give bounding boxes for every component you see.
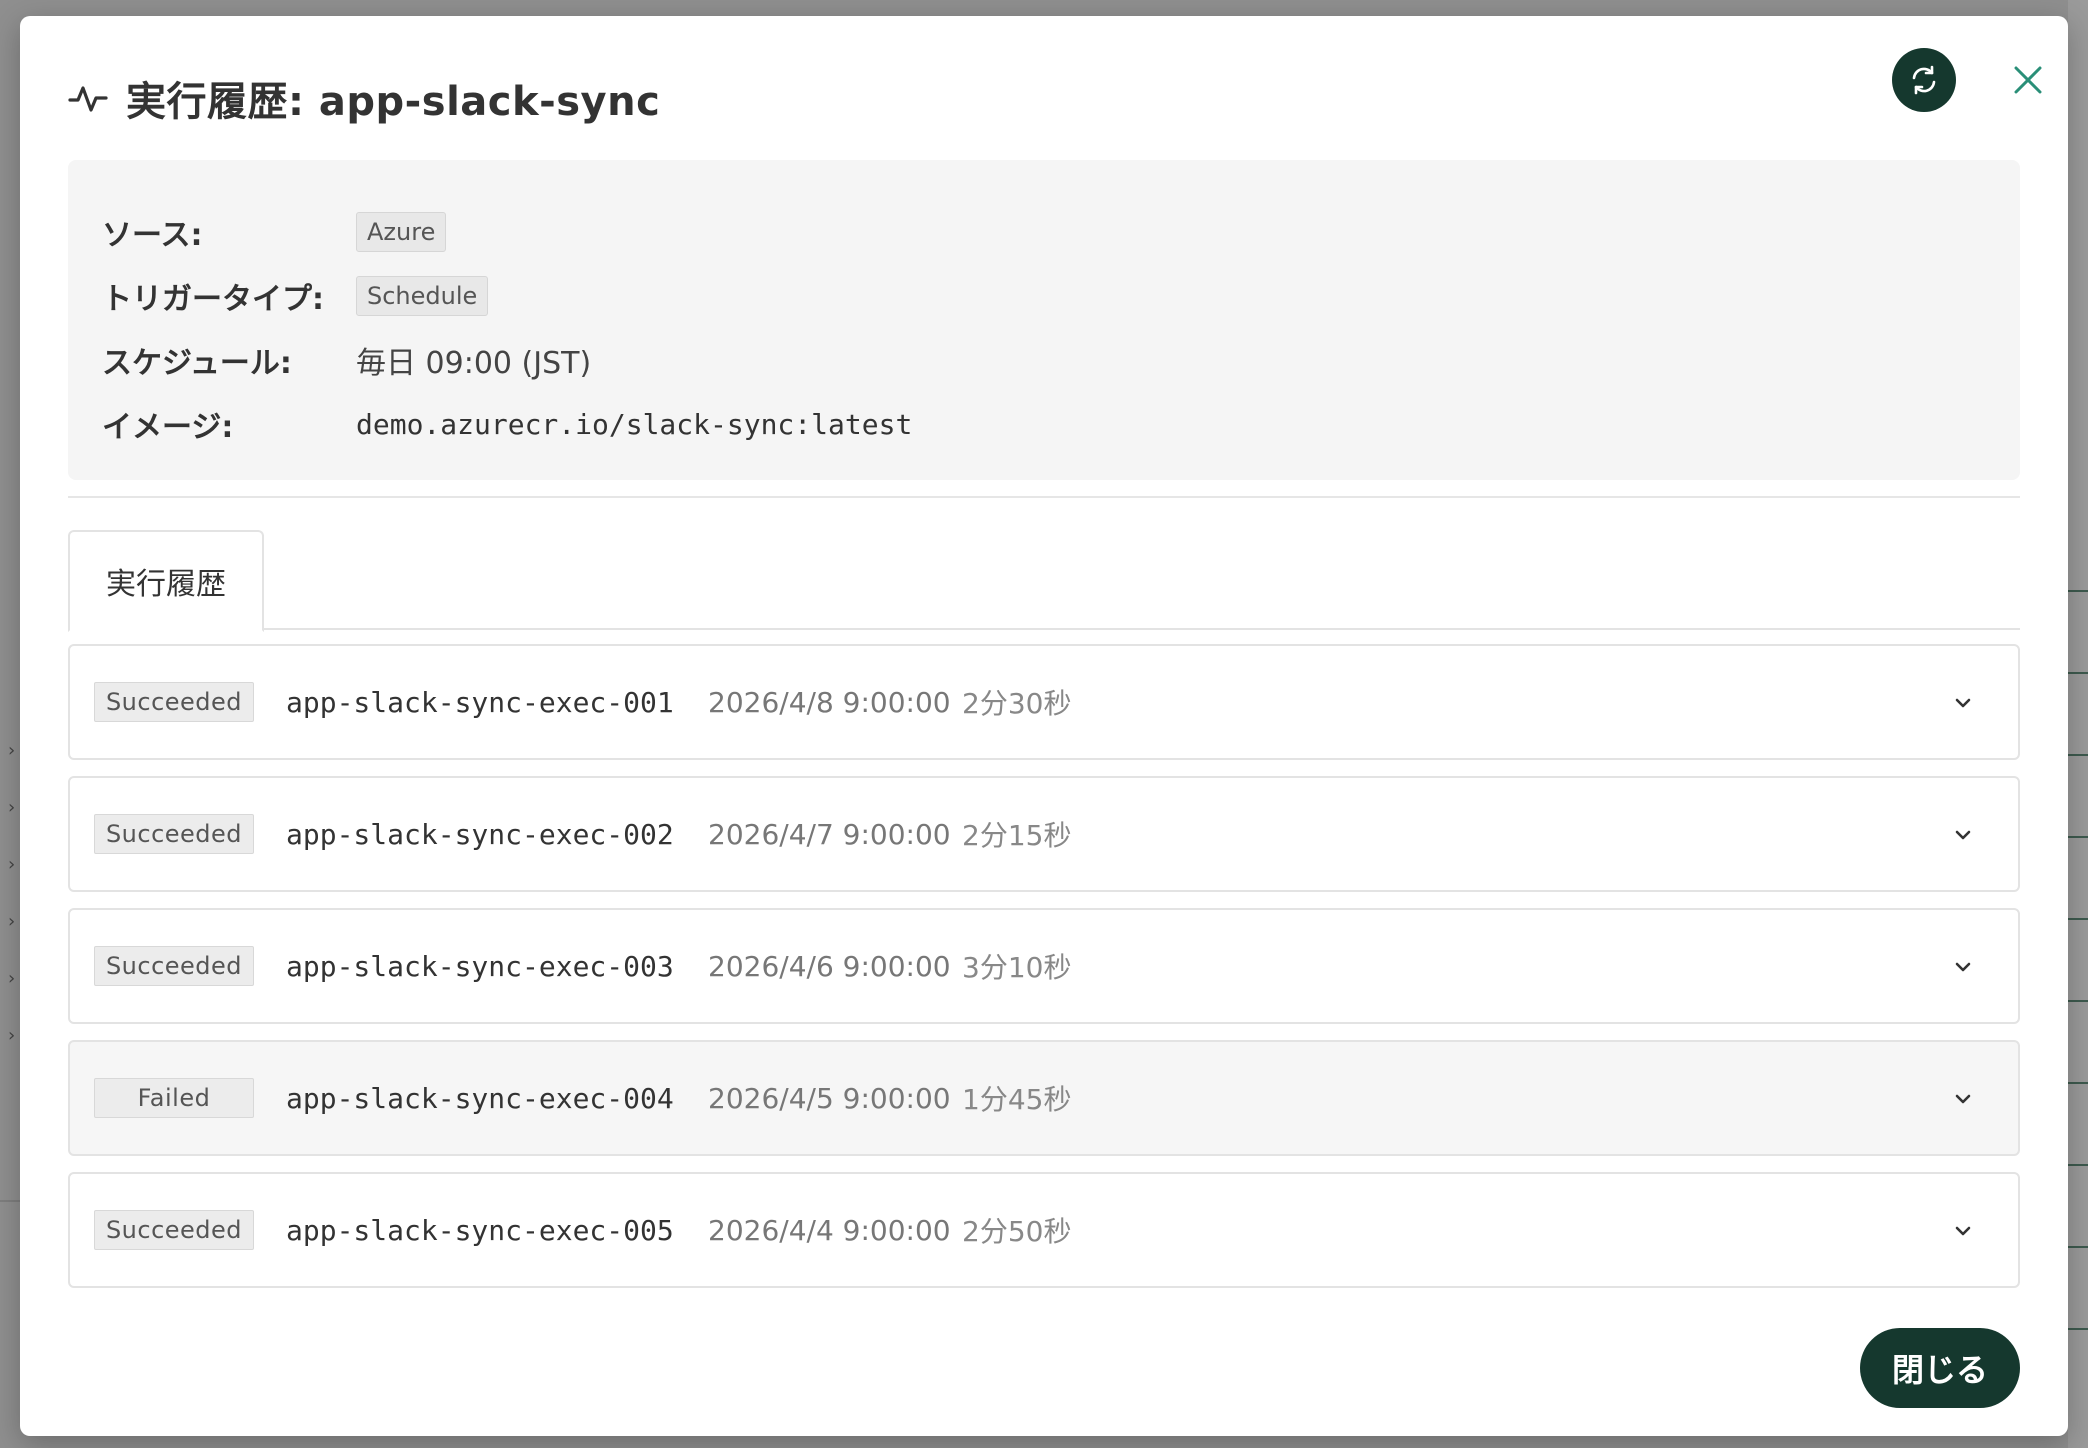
execution-duration: 2分50秒 — [962, 1215, 1072, 1248]
schedule-label: スケジュール: — [102, 346, 292, 381]
execution-duration: 2分30秒 — [962, 687, 1072, 720]
refresh-icon — [1912, 65, 1936, 95]
info-row-image: イメージ: demo.azurecr.io/slack-sync:latest — [102, 400, 912, 448]
execution-history-dialog: 実行履歴: app-slack-sync ソース: Azure トリガータイプ:… — [20, 16, 2068, 1436]
chevron-down-icon[interactable] — [1948, 688, 1978, 718]
execution-start-time: 2026/4/7 9:00:00 — [708, 817, 951, 851]
divider — [68, 496, 2020, 498]
chevron-down-icon[interactable] — [1948, 1084, 1978, 1114]
status-badge: Succeeded — [94, 814, 254, 854]
execution-duration: 3分10秒 — [962, 951, 1072, 984]
activity-icon — [68, 86, 108, 112]
dialog-header: 実行履歴: app-slack-sync — [68, 58, 2020, 138]
source-tag: Azure — [356, 212, 447, 252]
chevron-down-icon[interactable] — [1948, 1216, 1978, 1246]
execution-id: app-slack-sync-exec-001 — [286, 685, 674, 719]
close-dialog-button[interactable]: 閉じる — [1860, 1328, 2020, 1408]
close-button[interactable] — [2004, 56, 2052, 104]
app-info-panel: ソース: Azure トリガータイプ: Schedule スケジュール: 毎日 … — [68, 160, 2020, 480]
execution-id: app-slack-sync-exec-004 — [286, 1081, 674, 1115]
image-value: demo.azurecr.io/slack-sync:latest — [356, 407, 913, 441]
execution-start-time: 2026/4/8 9:00:00 — [708, 685, 951, 719]
status-badge: Failed — [94, 1078, 254, 1118]
execution-row[interactable]: Succeeded app-slack-sync-exec-005 2026/4… — [68, 1172, 2020, 1288]
execution-start-time: 2026/4/5 9:00:00 — [708, 1081, 951, 1115]
image-label: イメージ: — [102, 410, 234, 445]
background-table-edge — [2068, 590, 2088, 1410]
execution-start-time: 2026/4/6 9:00:00 — [708, 949, 951, 983]
execution-duration: 1分45秒 — [962, 1083, 1072, 1116]
dialog-title: 実行履歴: app-slack-sync — [126, 79, 661, 125]
trigger-type-label: トリガータイプ: — [102, 282, 324, 317]
execution-id: app-slack-sync-exec-003 — [286, 949, 674, 983]
execution-duration: 2分15秒 — [962, 819, 1072, 852]
execution-id: app-slack-sync-exec-005 — [286, 1213, 674, 1247]
close-icon — [2014, 66, 2042, 94]
execution-row[interactable]: Succeeded app-slack-sync-exec-002 2026/4… — [68, 776, 2020, 892]
execution-row[interactable]: Succeeded app-slack-sync-exec-003 2026/4… — [68, 908, 2020, 1024]
background-footer-edge — [0, 1200, 20, 1448]
info-row-trigger: トリガータイプ: Schedule — [102, 272, 489, 320]
info-row-schedule: スケジュール: 毎日 09:00 (JST) — [102, 336, 591, 384]
execution-start-time: 2026/4/4 9:00:00 — [708, 1213, 951, 1247]
tab-bar: 実行履歴 — [68, 530, 2020, 632]
execution-row[interactable]: Failed app-slack-sync-exec-004 2026/4/5 … — [68, 1040, 2020, 1156]
chevron-down-icon[interactable] — [1948, 952, 1978, 982]
tab-execution-history[interactable]: 実行履歴 — [68, 530, 264, 632]
execution-row[interactable]: Succeeded app-slack-sync-exec-001 2026/4… — [68, 644, 2020, 760]
schedule-value: 毎日 09:00 (JST) — [356, 346, 592, 381]
chevron-down-icon[interactable] — [1948, 820, 1978, 850]
info-row-source: ソース: Azure — [102, 208, 447, 256]
status-badge: Succeeded — [94, 1210, 254, 1250]
status-badge: Succeeded — [94, 946, 254, 986]
status-badge: Succeeded — [94, 682, 254, 722]
execution-list: Succeeded app-slack-sync-exec-001 2026/4… — [68, 644, 2020, 1304]
refresh-button[interactable] — [1892, 48, 1956, 112]
source-label: ソース: — [102, 218, 203, 253]
trigger-type-tag: Schedule — [356, 276, 489, 316]
execution-id: app-slack-sync-exec-002 — [286, 817, 674, 851]
